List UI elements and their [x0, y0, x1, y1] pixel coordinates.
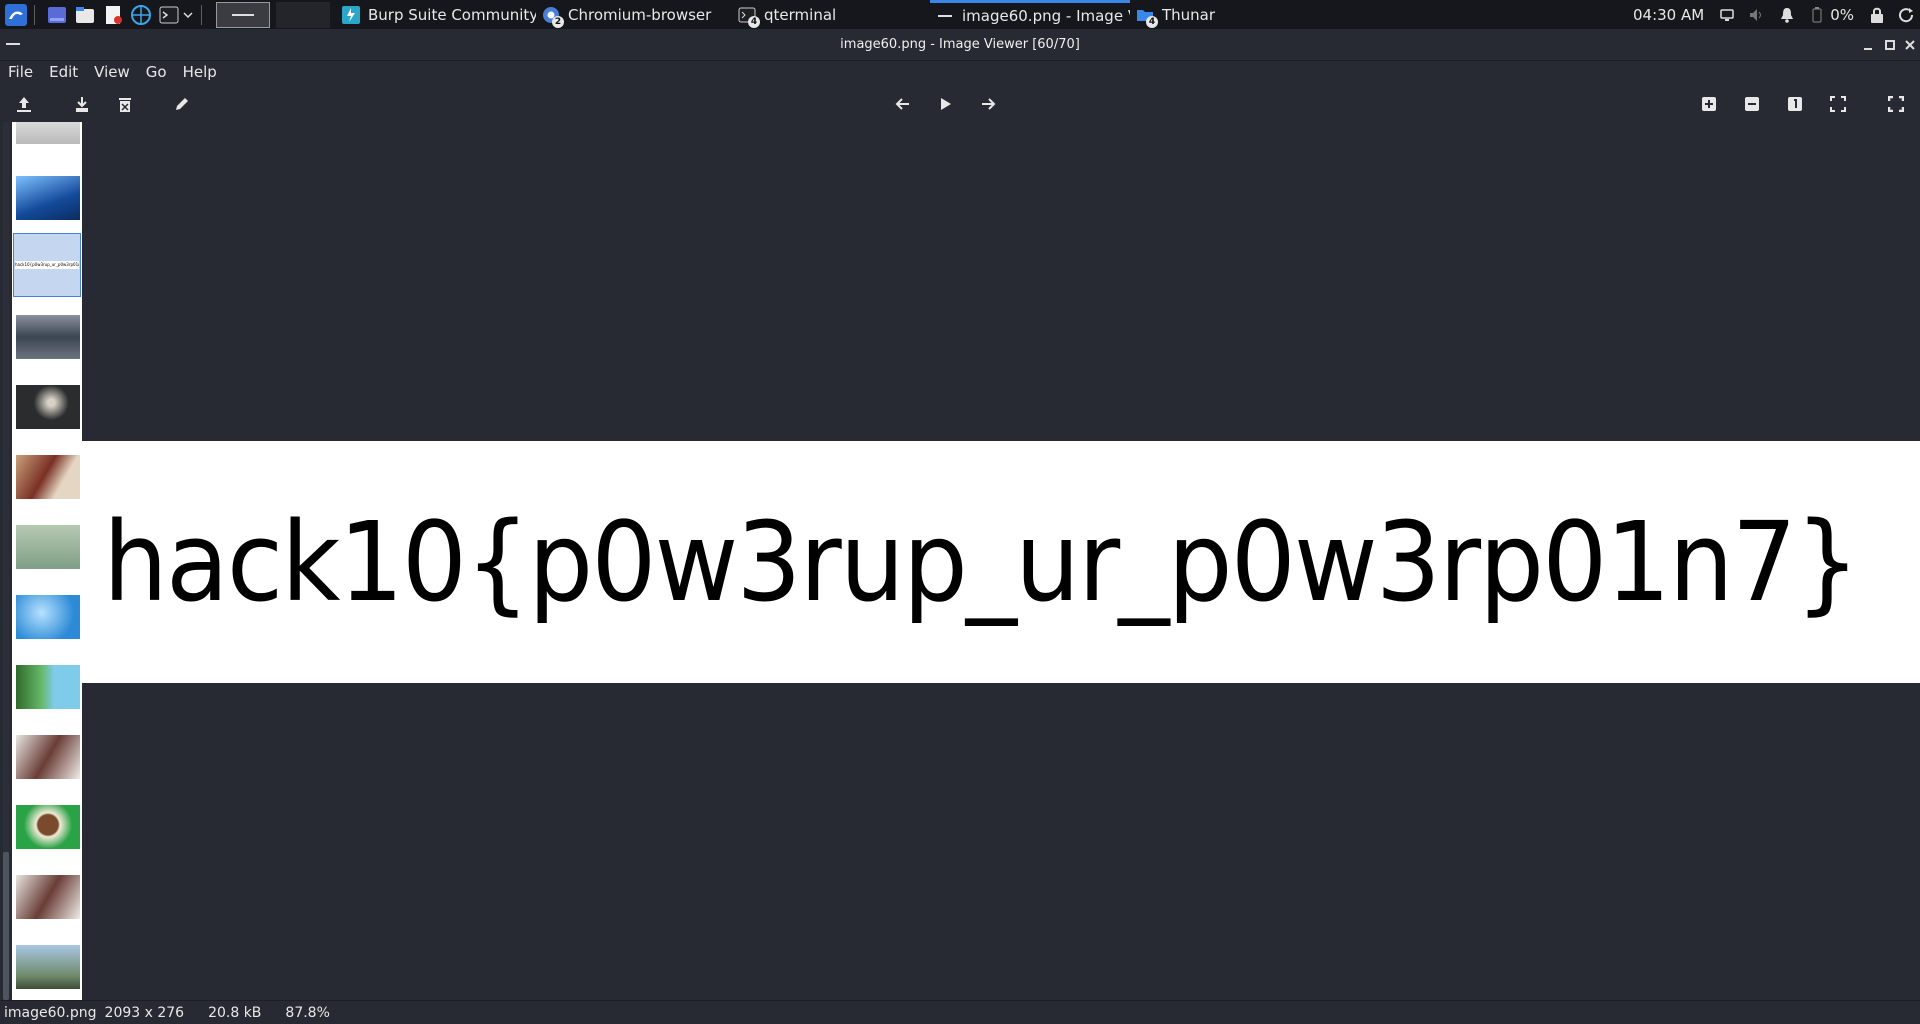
thumbnail[interactable]	[16, 945, 80, 989]
task-chromium[interactable]: 2 Chromium-browser	[536, 0, 732, 29]
thumbnail[interactable]	[16, 455, 80, 499]
image-text: hack10{p0w3rup_ur_p0w3rp01n7}	[103, 498, 1860, 626]
viewed-image: hack10{p0w3rup_ur_p0w3rp01n7}	[82, 441, 1920, 683]
statusbar: image60.png 2093 x 276 20.8 kB 87.8%	[0, 1000, 1920, 1024]
thumbnail[interactable]	[16, 735, 80, 779]
desktop-icon[interactable]	[45, 3, 69, 27]
open-icon[interactable]	[12, 92, 36, 116]
task-label: image60.png - Image Vi...	[962, 7, 1130, 25]
text-editor-icon[interactable]	[101, 3, 125, 27]
battery-icon[interactable]	[1808, 6, 1826, 24]
task-thunar[interactable]: 4 Thunar	[1130, 0, 1280, 29]
display-icon[interactable]	[1718, 6, 1736, 24]
window-count-badge: 4	[1146, 15, 1158, 28]
battery-percent: 0%	[1830, 5, 1854, 24]
workspace-1[interactable]	[216, 1, 270, 28]
launchers	[0, 0, 208, 29]
next-arrow-icon[interactable]	[976, 92, 1000, 116]
thumbnail-selected[interactable]: hack10{p0w3rup_ur_p0w3rp01n7}	[13, 233, 81, 297]
task-label: Chromium-browser	[568, 5, 712, 24]
task-qterminal[interactable]: 4 qterminal	[732, 0, 930, 29]
menu-go[interactable]: Go	[138, 63, 175, 81]
thumbnail[interactable]	[16, 525, 80, 569]
minimize-icon[interactable]	[1860, 37, 1876, 53]
task-label: Burp Suite Community E...	[368, 5, 536, 24]
thumbnail[interactable]	[16, 805, 80, 849]
status-dimensions: 2093 x 276	[104, 1004, 185, 1021]
close-icon[interactable]	[1902, 37, 1918, 53]
thumbnail[interactable]	[16, 595, 80, 639]
window-titlebar: image60.png - Image Viewer [60/70]	[0, 29, 1920, 61]
status-filename: image60.png	[4, 1004, 97, 1021]
burp-icon	[342, 5, 360, 24]
zoom-in-icon[interactable]	[1697, 92, 1721, 116]
zoom-100-icon[interactable]	[1783, 92, 1807, 116]
thumbnail[interactable]	[16, 875, 80, 919]
window-count-badge: 2	[552, 15, 564, 28]
thumbnail-panel: hack10{p0w3rup_ur_p0w3rp01n7}	[0, 122, 82, 1000]
separator	[201, 4, 202, 25]
kali-menu-icon[interactable]	[4, 3, 28, 27]
window-title: image60.png - Image Viewer [60/70]	[840, 37, 1080, 52]
image-canvas[interactable]: hack10{p0w3rup_ur_p0w3rp01n7}	[82, 122, 1920, 1000]
previous-arrow-icon[interactable]	[891, 92, 915, 116]
lock-icon[interactable]	[1868, 6, 1886, 24]
thumbnail-strip: hack10{p0w3rup_ur_p0w3rp01n7}	[12, 122, 82, 1000]
logout-icon[interactable]	[1898, 6, 1916, 24]
chromium-icon: 2	[542, 6, 564, 28]
menubar: File Edit View Go Help	[0, 61, 225, 83]
edit-pencil-icon[interactable]	[170, 92, 194, 116]
status-filesize: 20.8 kB	[208, 1004, 262, 1021]
clock[interactable]: 04:30 AM	[1633, 6, 1704, 24]
task-image-viewer[interactable]: image60.png - Image Vi...	[930, 0, 1130, 29]
terminal-launcher-icon[interactable]	[157, 3, 181, 27]
zoom-fit-icon[interactable]	[1826, 92, 1850, 116]
maximize-icon[interactable]	[1882, 37, 1898, 53]
terminal-icon: 4	[738, 6, 760, 28]
thumbnail[interactable]	[16, 315, 80, 359]
fullscreen-icon[interactable]	[1884, 92, 1908, 116]
menu-view[interactable]: View	[86, 63, 138, 81]
files-icon[interactable]	[73, 3, 97, 27]
selected-thumb-text: hack10{p0w3rup_ur_p0w3rp01n7}	[15, 261, 79, 269]
task-label: Thunar	[1162, 5, 1216, 24]
taskbar: Burp Suite Community E... 2 Chromium-bro…	[0, 0, 1920, 29]
separator	[34, 4, 35, 25]
play-slideshow-icon[interactable]	[933, 92, 957, 116]
workspace-2[interactable]	[276, 1, 330, 28]
image-viewer-icon	[936, 7, 954, 25]
thumbnail[interactable]	[16, 122, 80, 144]
menu-edit[interactable]: Edit	[41, 63, 86, 81]
chevron-down-icon[interactable]	[181, 3, 195, 27]
thumbnail-scrollbar[interactable]	[3, 122, 9, 1000]
system-tray: 04:30 AM 0%	[1633, 0, 1920, 29]
task-burp[interactable]: Burp Suite Community E...	[336, 0, 536, 29]
status-zoom: 87.8%	[285, 1004, 330, 1021]
volume-icon[interactable]	[1748, 6, 1766, 24]
delete-icon[interactable]	[113, 92, 137, 116]
menu-file[interactable]: File	[0, 63, 41, 81]
menu-help[interactable]: Help	[175, 63, 225, 81]
window-count-badge: 4	[748, 15, 760, 28]
thumbnail[interactable]	[16, 385, 80, 429]
notification-bell-icon[interactable]	[1778, 6, 1796, 24]
folder-icon: 4	[1136, 6, 1158, 28]
save-icon[interactable]	[70, 92, 94, 116]
thumbnail[interactable]	[16, 665, 80, 709]
browser-icon[interactable]	[129, 3, 153, 27]
thumbnail[interactable]	[16, 176, 80, 220]
task-label: qterminal	[764, 5, 837, 24]
zoom-out-icon[interactable]	[1740, 92, 1764, 116]
